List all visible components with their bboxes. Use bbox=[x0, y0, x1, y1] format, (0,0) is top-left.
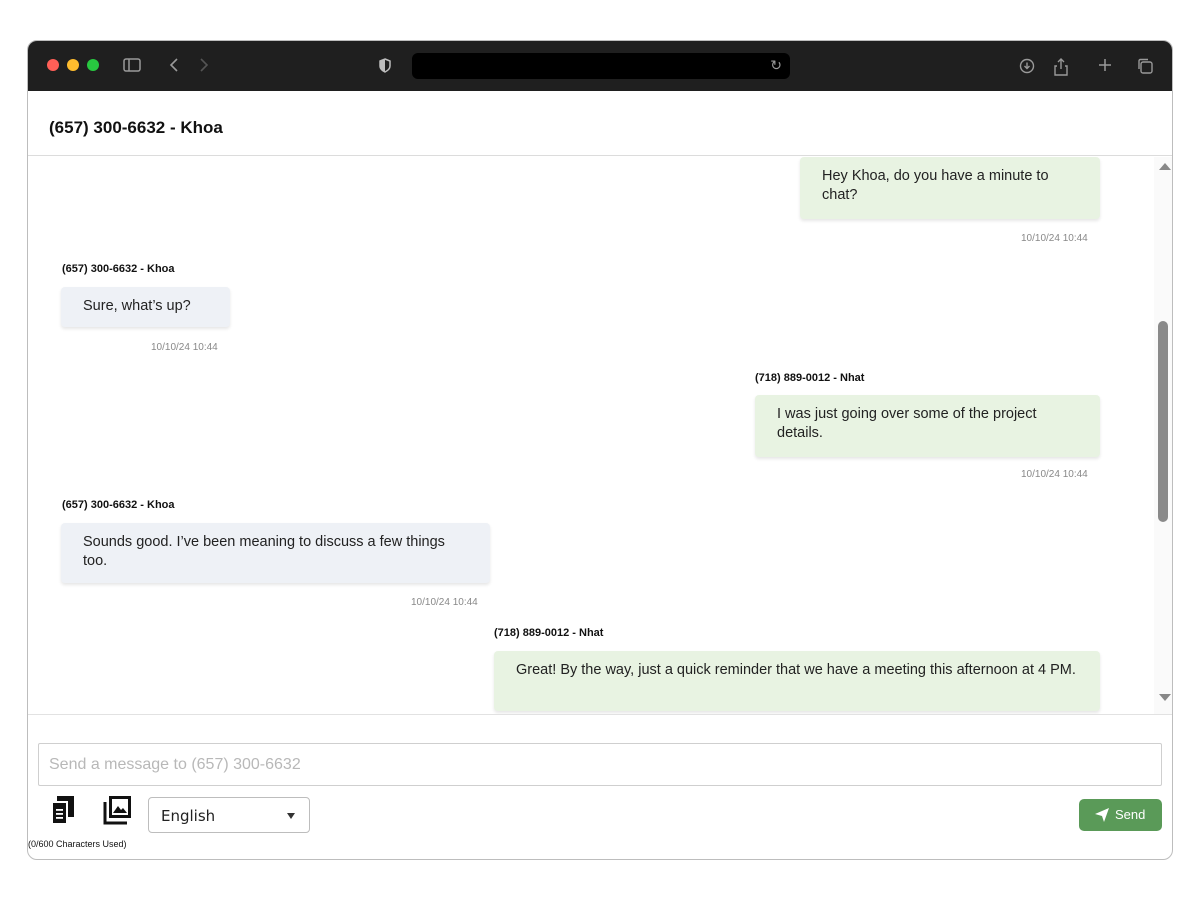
send-icon bbox=[1095, 808, 1109, 825]
language-select[interactable]: English bbox=[148, 797, 310, 833]
chat-header: (657) 300-6632 - Khoa bbox=[28, 91, 1172, 156]
message-text: I was just going over some of the projec… bbox=[777, 406, 1037, 441]
message-bubble: I was just going over some of the projec… bbox=[755, 395, 1100, 457]
tabs-icon[interactable] bbox=[1137, 58, 1153, 74]
message-timestamp: 10/10/24 10:44 bbox=[151, 342, 218, 353]
message-sender: (718) 889-0012 - Nhat bbox=[755, 372, 865, 384]
templates-icon[interactable] bbox=[50, 796, 76, 835]
sidebar-icon[interactable] bbox=[123, 58, 141, 72]
message-sender: (657) 300-6632 - Khoa bbox=[62, 499, 175, 511]
message-bubble: Hey Khoa, do you have a minute to chat? bbox=[800, 157, 1100, 219]
message-timestamp: 10/10/24 10:44 bbox=[411, 597, 478, 608]
message-text: Sounds good. I’ve been meaning to discus… bbox=[83, 534, 445, 569]
share-icon[interactable] bbox=[1054, 58, 1068, 76]
chevron-down-icon bbox=[287, 813, 295, 819]
image-gallery-icon[interactable] bbox=[103, 796, 133, 833]
message-timestamp: 10/10/24 10:44 bbox=[1021, 233, 1088, 244]
message-text: Sure, what’s up? bbox=[83, 298, 191, 314]
shield-icon[interactable] bbox=[379, 58, 391, 73]
message-list[interactable]: Hey Khoa, do you have a minute to chat? … bbox=[28, 157, 1172, 715]
message-bubble: Sounds good. I’ve been meaning to discus… bbox=[61, 523, 490, 583]
chat-title: (657) 300-6632 - Khoa bbox=[49, 118, 223, 137]
message-timestamp: 10/10/24 10:44 bbox=[1021, 469, 1088, 480]
message-bubble: Great! By the way, just a quick reminder… bbox=[494, 651, 1100, 711]
language-select-value: English bbox=[161, 807, 216, 825]
zoom-window-button[interactable] bbox=[87, 59, 99, 71]
address-bar[interactable]: ↻ bbox=[412, 53, 790, 79]
scrollbar-thumb[interactable] bbox=[1158, 321, 1168, 522]
forward-icon[interactable] bbox=[199, 58, 209, 72]
scroll-down-arrow-icon[interactable] bbox=[1159, 694, 1171, 701]
scroll-up-arrow-icon[interactable] bbox=[1159, 163, 1171, 170]
character-counter: (0/600 Characters Used) bbox=[28, 839, 127, 849]
message-sender: (657) 300-6632 - Khoa bbox=[62, 263, 175, 275]
minimize-window-button[interactable] bbox=[67, 59, 79, 71]
back-icon[interactable] bbox=[169, 58, 179, 72]
download-icon[interactable] bbox=[1019, 58, 1035, 74]
close-window-button[interactable] bbox=[47, 59, 59, 71]
message-text: Hey Khoa, do you have a minute to chat? bbox=[822, 168, 1049, 203]
browser-titlebar: ↻ bbox=[28, 41, 1172, 91]
new-tab-icon[interactable] bbox=[1098, 58, 1112, 72]
browser-window: ↻ (657) 300-6632 - Khoa Hey Khoa, do you… bbox=[27, 40, 1173, 860]
send-button-label: Send bbox=[1115, 807, 1146, 822]
scrollbar[interactable] bbox=[1154, 157, 1172, 714]
message-input[interactable] bbox=[38, 743, 1162, 786]
message-text: Great! By the way, just a quick reminder… bbox=[516, 662, 1076, 678]
message-bubble: Sure, what’s up? bbox=[61, 287, 230, 327]
message-sender: (718) 889-0012 - Nhat bbox=[494, 627, 604, 639]
send-button[interactable]: Send bbox=[1079, 799, 1162, 831]
reload-icon[interactable]: ↻ bbox=[770, 58, 782, 74]
